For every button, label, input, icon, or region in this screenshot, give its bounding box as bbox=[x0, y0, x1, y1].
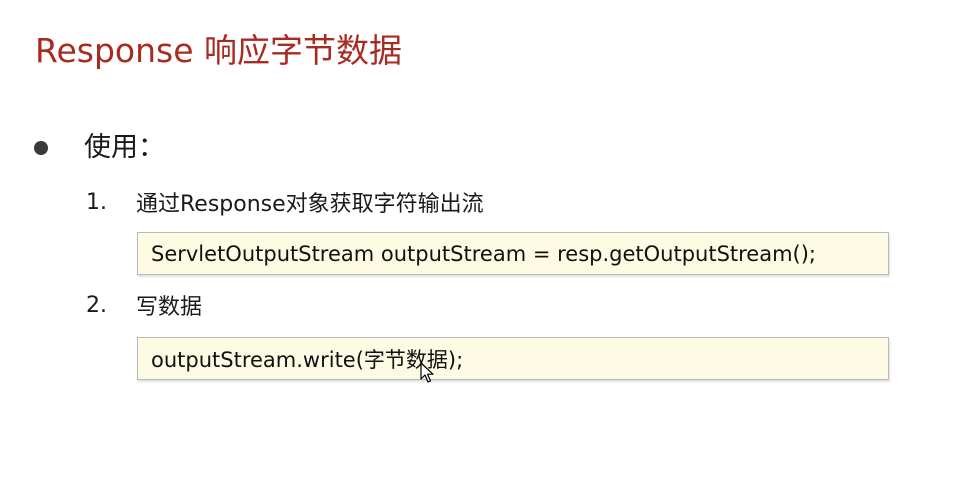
code-snippet-get-output-stream: ServletOutputStream outputStream = resp.… bbox=[137, 232, 889, 275]
step-text: 通过Response对象获取字符输出流 bbox=[136, 192, 484, 217]
step-1: 1. 通过Response对象获取字符输出流 bbox=[86, 185, 484, 219]
step-number: 2. bbox=[86, 292, 107, 318]
step-2: 2. 写数据 bbox=[86, 288, 202, 322]
slide-title: Response 响应字节数据 bbox=[35, 31, 402, 70]
slide: Response 响应字节数据 使用： 1. 通过Response对象获取字符输… bbox=[0, 0, 957, 478]
code-snippet-write-bytes: outputStream.write(字节数据); bbox=[137, 337, 889, 380]
mouse-pointer-icon bbox=[420, 362, 434, 383]
bullet-dot-icon bbox=[34, 141, 48, 155]
bullet-text: 使用： bbox=[84, 132, 165, 163]
step-text: 写数据 bbox=[136, 295, 203, 320]
bullet-item: 使用： bbox=[34, 128, 165, 168]
step-number: 1. bbox=[86, 189, 107, 215]
